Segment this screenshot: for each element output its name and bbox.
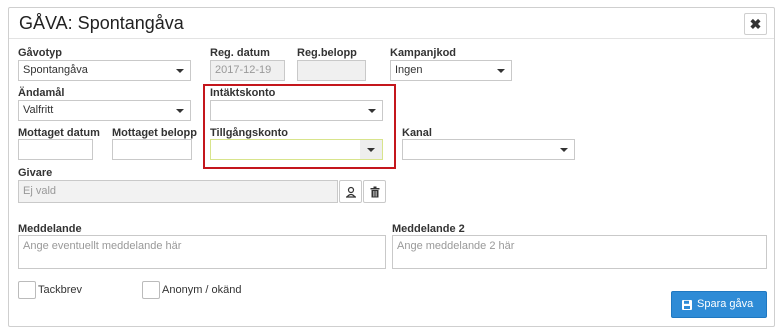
andamal-value: Valfritt — [23, 104, 54, 116]
caret-down-icon — [560, 148, 568, 152]
kampanjkod-label: Kampanjkod — [390, 47, 457, 59]
caret-down-icon — [497, 69, 505, 73]
caret-down-icon — [176, 109, 184, 113]
meddelande-label: Meddelande — [18, 223, 82, 235]
anonym-checkbox[interactable] — [142, 281, 160, 299]
select-donor-button[interactable] — [339, 180, 362, 203]
kampanjkod-select[interactable]: Ingen — [390, 60, 512, 81]
dialog-header: GÅVA: Spontangåva ✖ — [9, 8, 774, 39]
dialog-title: GÅVA: Spontangåva — [19, 13, 184, 33]
meddelande2-textarea[interactable]: Ange meddelande 2 här — [392, 235, 767, 269]
meddelande2-label: Meddelande 2 — [392, 223, 465, 235]
user-select-icon — [346, 186, 356, 198]
clear-donor-button[interactable] — [363, 180, 386, 203]
mottaget-belopp-input[interactable] — [112, 139, 192, 160]
andamal-select[interactable]: Valfritt — [18, 100, 191, 121]
mottaget-datum-label: Mottaget datum — [18, 127, 100, 139]
tackbrev-label: Tackbrev — [38, 284, 83, 296]
close-icon: ✖ — [749, 16, 762, 32]
givare-label: Givare — [18, 167, 53, 179]
reg-datum-field: 2017-12-19 — [210, 60, 285, 81]
kanal-label: Kanal — [402, 127, 432, 139]
meddelande2-placeholder: Ange meddelande 2 här — [397, 240, 515, 252]
trash-icon — [370, 186, 380, 198]
meddelande-placeholder: Ange eventuellt meddelande här — [23, 240, 182, 252]
reg-datum-label: Reg. datum — [210, 47, 270, 59]
gavotyp-value: Spontangåva — [23, 64, 88, 76]
andamal-label: Ändamål — [18, 87, 65, 99]
givare-value: Ej vald — [23, 185, 57, 197]
reg-belopp-label: Reg.belopp — [297, 47, 357, 59]
caret-down-icon — [176, 69, 184, 73]
anonym-label: Anonym / okänd — [162, 284, 242, 296]
meddelande-textarea[interactable]: Ange eventuellt meddelande här — [18, 235, 386, 269]
save-gift-label: Spara gåva — [697, 298, 754, 310]
gavotyp-select[interactable]: Spontangåva — [18, 60, 191, 81]
close-button[interactable]: ✖ — [744, 13, 767, 35]
tackbrev-checkbox[interactable] — [18, 281, 36, 299]
reg-datum-value: 2017-12-19 — [215, 64, 272, 76]
highlight-annotation — [203, 84, 396, 169]
save-icon — [682, 300, 692, 310]
kampanjkod-value: Ingen — [395, 64, 423, 76]
save-gift-button[interactable]: Spara gåva — [671, 291, 767, 318]
kanal-select[interactable] — [402, 139, 575, 160]
reg-belopp-field — [297, 60, 366, 81]
mottaget-datum-input[interactable] — [18, 139, 93, 160]
givare-field: Ej vald — [18, 180, 338, 203]
mottaget-belopp-label: Mottaget belopp — [112, 127, 197, 139]
gavotyp-label: Gåvotyp — [18, 47, 63, 59]
